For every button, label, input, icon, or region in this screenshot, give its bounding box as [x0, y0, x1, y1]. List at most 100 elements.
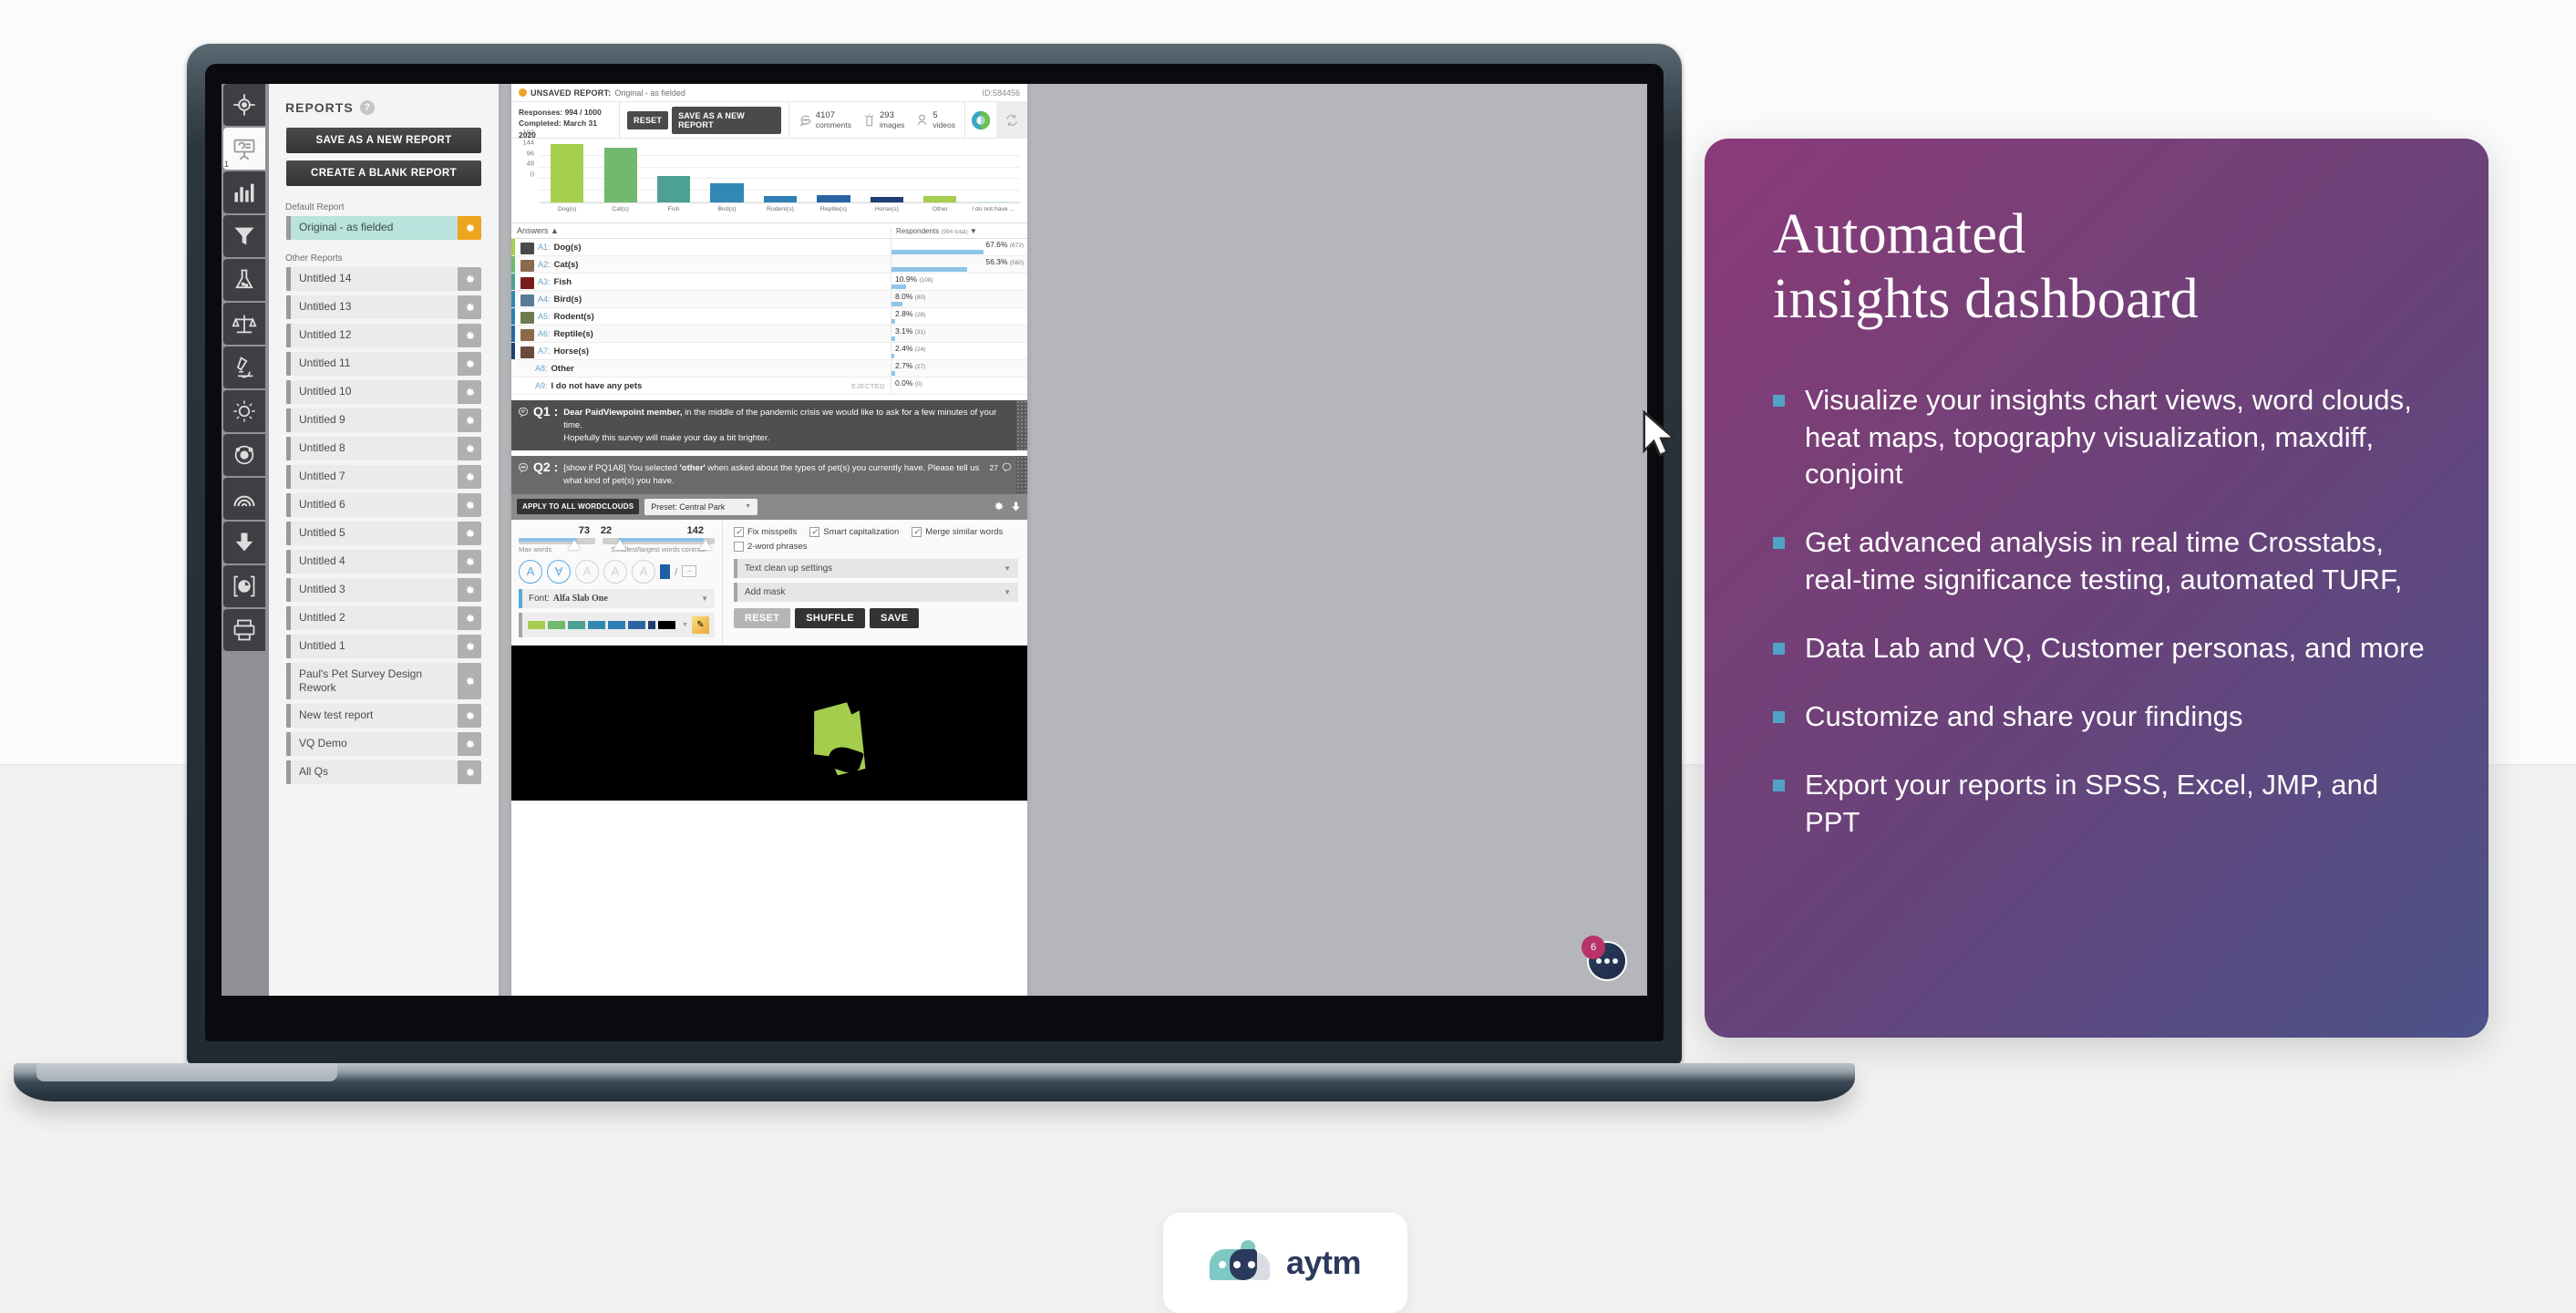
gear-icon[interactable]: [458, 663, 481, 699]
chart-bar[interactable]: [710, 182, 744, 202]
checkbox-icon[interactable]: ✓: [809, 526, 820, 537]
bar-chart-icon[interactable]: [223, 171, 265, 213]
question-block-q2[interactable]: Q2 : [show if PQ1A8] You selected 'other…: [511, 456, 1027, 494]
slider-handle-max[interactable]: [698, 539, 712, 550]
table-row[interactable]: A2: Cat(s) 56.3% (560): [511, 256, 1027, 274]
text-horizontal-icon[interactable]: A: [519, 559, 542, 584]
gear-icon[interactable]: [458, 522, 481, 545]
wordcloud-right-controls[interactable]: ✓ Fix misspells ✓ Smart capitalization ✓ Merg…: [723, 520, 1027, 645]
download-icon[interactable]: [1010, 501, 1022, 512]
table-row[interactable]: A8: Other 2.7% (27): [511, 360, 1027, 377]
chart-bar-column[interactable]: [541, 144, 593, 202]
report-item[interactable]: Untitled 13: [286, 295, 481, 319]
chart-bar[interactable]: [603, 148, 637, 202]
question-mark-icon[interactable]: ?: [359, 100, 375, 115]
report-list[interactable]: Untitled 14 Untitled 13 Untitled 12 Untitle…: [269, 267, 499, 784]
contrast-slider[interactable]: [603, 537, 715, 550]
color-swatch[interactable]: [628, 620, 645, 629]
chart-bar-column[interactable]: [754, 144, 807, 202]
sort-desc-icon[interactable]: ▼: [970, 227, 977, 235]
table-row[interactable]: A6: Reptile(s) 3.1% (31): [511, 326, 1027, 343]
chevron-down-icon[interactable]: ▼: [682, 622, 688, 628]
report-item[interactable]: All Qs: [286, 760, 481, 784]
report-item[interactable]: Untitled 1: [286, 635, 481, 658]
gear-icon[interactable]: [458, 606, 481, 630]
chart-bar-column[interactable]: [700, 144, 753, 202]
chart-bar-column[interactable]: [807, 144, 860, 202]
report-actions[interactable]: RESET SAVE AS A NEW REPORT: [620, 102, 789, 138]
save-as-new-report-button-top[interactable]: SAVE AS A NEW REPORT: [672, 106, 781, 134]
apply-to-all-wordclouds-button[interactable]: APPLY TO ALL WORDCLOUDS: [517, 499, 640, 515]
checkbox-option[interactable]: ✓ Fix misspells: [734, 526, 797, 537]
save-button[interactable]: SAVE: [870, 607, 920, 628]
gear-icon[interactable]: [993, 501, 1005, 512]
save-as-new-report-button[interactable]: SAVE AS A NEW REPORT: [286, 128, 481, 153]
table-row[interactable]: A3: Fish 10.9% (108): [511, 274, 1027, 291]
gear-icon[interactable]: [458, 352, 481, 376]
wordcloud-toolbar[interactable]: APPLY TO ALL WORDCLOUDS Preset: Central …: [511, 493, 1027, 520]
report-item[interactable]: Untitled 12: [286, 324, 481, 347]
text-rotated-icon[interactable]: A: [547, 559, 571, 584]
table-row[interactable]: A5: Rodent(s) 2.8% (28): [511, 308, 1027, 326]
gear-icon[interactable]: [458, 380, 481, 404]
gear-icon[interactable]: [458, 550, 481, 574]
gear-icon[interactable]: [458, 408, 481, 432]
report-item[interactable]: Untitled 3: [286, 578, 481, 602]
gear-icon[interactable]: [458, 732, 481, 756]
chart-bar-column[interactable]: [860, 144, 913, 202]
gear-icon[interactable]: [458, 216, 481, 240]
report-item[interactable]: Untitled 14: [286, 267, 481, 291]
drag-handle[interactable]: [1016, 400, 1027, 451]
orientation-vertical-icon[interactable]: [660, 563, 670, 579]
report-item[interactable]: Untitled 9: [286, 408, 481, 432]
aytm-circle-icon[interactable]: [965, 110, 996, 130]
color-swatch[interactable]: [528, 620, 545, 629]
gear-icon[interactable]: [458, 704, 481, 728]
add-mask-dropdown[interactable]: Add mask ▼: [734, 582, 1018, 602]
pie-brackets-icon[interactable]: [223, 565, 265, 607]
scales-balance-icon[interactable]: [223, 303, 265, 345]
gear-icon[interactable]: [458, 578, 481, 602]
report-item[interactable]: Untitled 11: [286, 352, 481, 376]
wordcloud-preview[interactable]: [511, 645, 1027, 801]
table-row[interactable]: A1: Dog(s) 67.6% (672): [511, 239, 1027, 256]
chart-bar-column[interactable]: [593, 144, 646, 202]
checkbox-icon[interactable]: ✓: [734, 526, 744, 537]
wordcloud-settings[interactable]: 73 22 142 Max words Smallest/largest wor…: [511, 519, 1027, 646]
slider-handle[interactable]: [567, 539, 581, 550]
sliders[interactable]: [519, 537, 715, 550]
checkbox-option[interactable]: 2-word phrases: [734, 541, 807, 552]
text-option-5-icon[interactable]: A: [632, 559, 655, 584]
report-item[interactable]: Untitled 2: [286, 606, 481, 630]
color-swatch[interactable]: [658, 620, 675, 629]
reports-sidebar[interactable]: REPORTS ? SAVE AS A NEW REPORT CREATE A …: [269, 84, 499, 996]
shuffle-button[interactable]: SHUFFLE: [795, 607, 866, 628]
text-option-4-icon[interactable]: A: [603, 559, 627, 584]
answers-table-header[interactable]: Answers ▲ Respondents (994 total) ▼: [511, 223, 1027, 239]
sun-gear-icon[interactable]: [223, 390, 265, 432]
color-swatch[interactable]: [568, 620, 585, 629]
report-item-default[interactable]: Original - as fielded: [286, 216, 481, 240]
wordcloud-left-controls[interactable]: 73 22 142 Max words Smallest/largest wor…: [511, 519, 723, 645]
report-item[interactable]: Untitled 8: [286, 437, 481, 460]
report-item[interactable]: Untitled 5: [286, 522, 481, 545]
reset-button[interactable]: RESET: [734, 607, 791, 628]
text-option-3-icon[interactable]: A: [575, 559, 599, 584]
gear-icon[interactable]: [458, 267, 481, 291]
report-item[interactable]: Untitled 6: [286, 493, 481, 517]
gear-icon[interactable]: [458, 760, 481, 784]
column-header-respondents[interactable]: Respondents (994 total) ▼: [891, 226, 1027, 235]
chart-bar[interactable]: [763, 195, 798, 202]
drag-handle[interactable]: [1016, 456, 1027, 494]
brain-circle-icon[interactable]: [223, 434, 265, 476]
color-swatch[interactable]: [588, 620, 605, 629]
column-header-answers[interactable]: Answers ▲: [511, 226, 891, 235]
color-swatch[interactable]: [648, 620, 655, 629]
chart-bar[interactable]: [923, 195, 957, 202]
refresh-icon[interactable]: [996, 101, 1027, 139]
max-words-slider[interactable]: [519, 537, 595, 550]
question-comment-count[interactable]: 27: [990, 456, 1016, 473]
report-item[interactable]: Untitled 4: [286, 550, 481, 574]
report-toolbar[interactable]: Responses: 994 / 1000 Completed: March 3…: [511, 101, 1027, 140]
font-dropdown[interactable]: Font: Alfa Slab One ▼: [519, 588, 715, 608]
